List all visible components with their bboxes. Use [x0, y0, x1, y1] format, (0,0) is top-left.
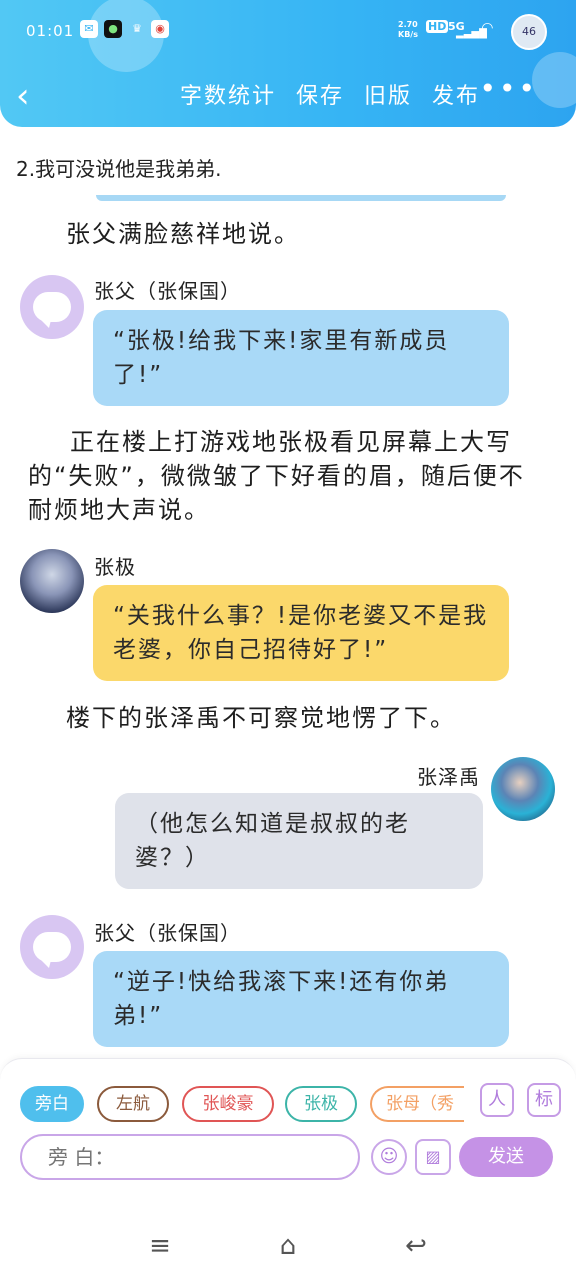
wifi-icon: ◠ [482, 20, 493, 36]
story-content[interactable]: 2.我可没说他是我弟弟. 张父满脸慈祥地说。 张父（张保国） “张极!给我下来!… [0, 127, 576, 1057]
app-icon: ● [104, 20, 122, 38]
message-bubble[interactable]: “关我什么事？!是你老婆又不是我老婆，你自己招待好了!” [93, 585, 509, 681]
role-chip[interactable]: 张峻豪 [182, 1086, 274, 1122]
chat-avatar[interactable] [20, 275, 84, 339]
home-icon[interactable]: ⌂ [268, 1228, 308, 1264]
system-nav-bar: ≡ ⌂ ↩ [0, 1212, 576, 1280]
word-count-button[interactable]: 字数统计 [180, 78, 276, 110]
speaker-name: 张极 [94, 555, 136, 579]
input-panel: 旁白 左航 张峻豪 张极 张母（秀 人 标 ☺ ▨ 发送 [0, 1058, 576, 1212]
image-icon[interactable]: ▨ [415, 1139, 451, 1175]
character-avatar[interactable] [491, 757, 555, 821]
message-icon: ✉ [80, 20, 98, 38]
chat-avatar[interactable] [20, 915, 84, 979]
hd-badge: HD [426, 20, 449, 33]
speaker-name: 张泽禹 [417, 765, 480, 789]
chat-bubble-icon [33, 932, 71, 968]
message-bubble[interactable]: “张极!给我下来!家里有新成员了!” [93, 310, 509, 406]
user-avatar[interactable]: 46 [511, 14, 547, 50]
old-version-button[interactable]: 旧版 [364, 78, 412, 110]
character-avatar[interactable] [20, 549, 84, 613]
header-toolbar: 字数统计 保存 旧版 发布 [180, 78, 480, 110]
menu-icon[interactable]: ≡ [140, 1228, 180, 1264]
more-button[interactable]: ••• [479, 72, 538, 105]
tag-button[interactable]: 标 [527, 1083, 561, 1117]
back-nav-icon[interactable]: ↩ [396, 1228, 436, 1264]
status-time: 01:01 [26, 22, 75, 40]
emoji-icon[interactable]: ☺ [371, 1139, 407, 1175]
narration[interactable]: 正在楼上打游戏地张极看见屏幕上大写的“失败”，微微皱了下好看的眉，随后便不耐烦地… [28, 425, 548, 527]
chapter-intro: 2.我可没说他是我弟弟. [16, 157, 222, 181]
message-bubble[interactable]: （他怎么知道是叔叔的老婆？） [115, 793, 483, 889]
narration[interactable]: 楼下的张泽禹不可察觉地愣了下。 [66, 701, 546, 735]
decor-bubble [532, 52, 576, 108]
character-manage-button[interactable]: 人 [480, 1083, 514, 1117]
message-input[interactable] [20, 1134, 360, 1180]
role-chip[interactable]: 张极 [285, 1086, 357, 1122]
role-chip-narrator[interactable]: 旁白 [20, 1086, 84, 1122]
save-button[interactable]: 保存 [296, 78, 344, 110]
role-chip[interactable]: 张母（秀 [370, 1086, 464, 1122]
chat-bubble-icon [33, 292, 71, 328]
app-header: 01:01 ✉ ● ♛ ◉ 2.70 KB/s HD 5G ▂▃▅▇ ◠ 46 … [0, 0, 576, 127]
publish-button[interactable]: 发布 [432, 78, 480, 110]
speaker-name: 张父（张保国） [94, 279, 241, 303]
send-button[interactable]: 发送 [459, 1137, 553, 1177]
prev-bubble-edge [96, 195, 506, 201]
narration[interactable]: 张父满脸慈祥地说。 [66, 217, 546, 251]
crown-icon: ♛ [132, 22, 142, 35]
status-bar: 01:01 ✉ ● ♛ ◉ 2.70 KB/s HD 5G ▂▃▅▇ ◠ 46 [0, 14, 576, 50]
net-speed: 2.70 KB/s [398, 20, 418, 39]
role-chip[interactable]: 左航 [97, 1086, 169, 1122]
weibo-icon: ◉ [151, 20, 169, 38]
back-button[interactable]: ‹ [16, 76, 48, 116]
message-bubble[interactable]: “逆子!快给我滚下来!还有你弟弟!” [93, 951, 509, 1047]
speaker-name: 张父（张保国） [94, 921, 241, 945]
